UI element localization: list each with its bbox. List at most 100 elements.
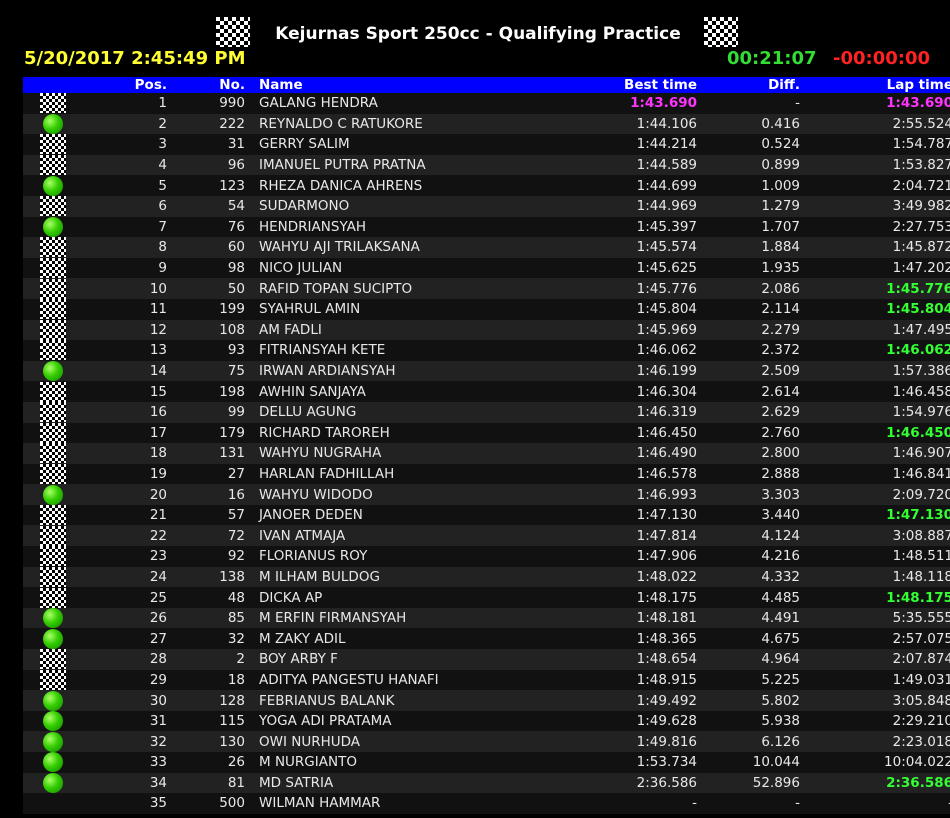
table-row[interactable]: 9 98 NICO JULIAN 1:45.625 1.935 1:47.202	[23, 257, 950, 279]
status-cell	[23, 566, 83, 588]
position-cell: 25	[83, 587, 171, 608]
rider-number-cell: 81	[171, 772, 249, 794]
table-row[interactable]: 35500WILMAN HAMMAR---	[23, 793, 950, 814]
table-row[interactable]: 16 99 DELLU AGUNG 1:46.319 2.629 1:54.976	[23, 401, 950, 423]
diff-cell: 5.225	[701, 669, 804, 691]
checkered-flag-icon	[40, 319, 66, 340]
table-row[interactable]: 3 31 GERRY SALIM 1:44.214 0.524 1:54.787	[23, 134, 950, 155]
table-row[interactable]: 11 199 SYAHRUL AMIN 1:45.804 2.114 1:45.804	[23, 298, 950, 320]
position-cell: 11	[83, 298, 171, 320]
table-row[interactable]: 31 115 YOGA ADI PRATAMA 1:49.628 5.938 2:29.2…	[23, 710, 950, 732]
position-cell: 23	[83, 546, 171, 567]
table-row[interactable]: 10 50 RAFID TOPAN SUCIPTO 1:45.776 2.086 1:45…	[23, 278, 950, 299]
table-row[interactable]: 30 128 FEBRIANUS BALANK 1:49.492 5.802 3:05.8…	[23, 690, 950, 711]
lap-time-cell: 10:04.022	[804, 752, 950, 773]
diff-cell: 4.964	[701, 649, 804, 670]
table-row[interactable]: 12 108 AM FADLI 1:45.969 2.279 1:47.495	[23, 319, 950, 341]
table-row[interactable]: 23 92 FLORIANUS ROY 1:47.906 4.216 1:48.511	[23, 546, 950, 567]
table-row[interactable]: 7 76 HENDRIANSYAH 1:45.397 1.707 2:27.753	[23, 216, 950, 238]
table-row[interactable]: 2 222 REYNALDO C RATUKORE 1:44.106 0.416 2:55…	[23, 113, 950, 135]
column-header-best-time[interactable]: Best time	[593, 77, 701, 93]
checkered-flag-icon	[40, 93, 66, 114]
checkered-flag-icon	[40, 422, 66, 443]
diff-cell: 2.629	[701, 401, 804, 423]
table-row[interactable]: 21 57 JANOER DEDEN 1:47.130 3.440 1:47.130	[23, 504, 950, 526]
position-cell: 30	[83, 690, 171, 711]
table-row[interactable]: 25 48 DICKA AP 1:48.175 4.485 1:48.175	[23, 587, 950, 608]
column-header-lap-time[interactable]: Lap time	[804, 77, 950, 93]
table-row[interactable]: 5 123 RHEZA DANICA AHRENS 1:44.699 1.009 2:04…	[23, 175, 950, 196]
status-cell	[23, 772, 83, 794]
table-row[interactable]: 6 54 SUDARMONO 1:44.969 1.279 3:49.982	[23, 195, 950, 217]
diff-cell: 10.044	[701, 752, 804, 773]
lap-time-cell: 2:04.721	[804, 175, 950, 196]
lap-time-cell: 1:46.062	[804, 340, 950, 361]
column-header-name[interactable]: Name	[249, 77, 593, 93]
table-row[interactable]: 15 198 AWHIN SANJAYA 1:46.304 2.614 1:46.458	[23, 381, 950, 402]
status-cell	[23, 628, 83, 650]
rider-name-cell: BOY ARBY F	[249, 649, 593, 670]
rider-name-cell: WAHYU WIDODO	[249, 484, 593, 505]
position-cell: 18	[83, 443, 171, 464]
diff-cell: -	[701, 793, 804, 814]
table-row[interactable]: 28 2 BOY ARBY F 1:48.654 4.964 2:07.874	[23, 649, 950, 670]
results-table: Pos. No. Name Best time Diff. Lap time 1…	[23, 77, 950, 814]
position-cell: 8	[83, 237, 171, 258]
rider-name-cell: DELLU AGUNG	[249, 401, 593, 423]
table-row[interactable]: 17 179 RICHARD TAROREH 1:46.450 2.760 1:46.45…	[23, 422, 950, 444]
table-row[interactable]: 18 131 WAHYU NUGRAHA 1:46.490 2.800 1:46.907	[23, 443, 950, 464]
column-header-diff[interactable]: Diff.	[701, 77, 804, 93]
table-row[interactable]: 33 26 M NURGIANTO 1:53.734 10.044 10:04.022	[23, 752, 950, 773]
lap-time-cell: 5:35.555	[804, 607, 950, 629]
rider-number-cell: 48	[171, 587, 249, 608]
table-row[interactable]: 32 130 OWI NURHUDA 1:49.816 6.126 2:23.018	[23, 731, 950, 752]
position-cell: 33	[83, 752, 171, 773]
table-row[interactable]: 1 990 GALANG HENDRA 1:43.690-1:43.690	[23, 93, 950, 114]
table-row[interactable]: 13 93 FITRIANSYAH KETE 1:46.062 2.372 1:46.06…	[23, 340, 950, 361]
lap-time-cell: 2:09.720	[804, 484, 950, 505]
green-dot-icon	[43, 484, 63, 505]
best-time-cell: 1:46.199	[593, 360, 701, 382]
best-time-cell: 1:46.304	[593, 381, 701, 402]
green-dot-icon	[43, 361, 63, 382]
position-cell: 5	[83, 175, 171, 196]
rider-number-cell: 199	[171, 298, 249, 320]
table-row[interactable]: 14 75 IRWAN ARDIANSYAH 1:46.199 2.509 1:57.38…	[23, 360, 950, 382]
position-cell: 31	[83, 710, 171, 732]
best-time-cell: 1:49.492	[593, 690, 701, 711]
position-cell: 28	[83, 649, 171, 670]
status-cell	[23, 752, 83, 773]
table-row[interactable]: 8 60 WAHYU AJI TRILAKSANA 1:45.574 1.884 1:45…	[23, 237, 950, 258]
table-row[interactable]: 24 138 M ILHAM BULDOG 1:48.022 4.332 1:48.118	[23, 566, 950, 588]
table-row[interactable]: 19 27 HARLAN FADHILLAH 1:46.578 2.888 1:46.84…	[23, 463, 950, 485]
position-cell: 2	[83, 113, 171, 135]
rider-name-cell: SYAHRUL AMIN	[249, 298, 593, 320]
table-row[interactable]: 20 16 WAHYU WIDODO 1:46.993 3.303 2:09.720	[23, 484, 950, 505]
best-time-cell: 1:48.915	[593, 669, 701, 691]
results-body: 1 990 GALANG HENDRA 1:43.690-1:43.690 2 222 RE…	[23, 93, 950, 814]
column-header-pos[interactable]: Pos.	[83, 77, 171, 93]
status-cell	[23, 298, 83, 320]
status-cell	[23, 669, 83, 691]
lap-time-cell: 2:36.586	[804, 772, 950, 794]
table-row[interactable]: 27 32 M ZAKY ADIL 1:48.365 4.675 2:57.075	[23, 628, 950, 650]
lap-time-cell: 2:07.874	[804, 649, 950, 670]
checkered-flag-icon	[704, 17, 738, 47]
table-row[interactable]: 29 18 ADITYA PANGESTU HANAFI 1:48.915 5.225 1…	[23, 669, 950, 691]
lap-time-cell: 1:48.118	[804, 566, 950, 588]
table-row[interactable]: 4 96 IMANUEL PUTRA PRATNA 1:44.589 0.899 1:53…	[23, 154, 950, 176]
best-time-cell: 1:47.130	[593, 504, 701, 526]
lap-time-cell: 1:45.804	[804, 298, 950, 320]
table-row[interactable]: 26 85 M ERFIN FIRMANSYAH 1:48.181 4.491 5:35.…	[23, 607, 950, 629]
rider-name-cell: YOGA ADI PRATAMA	[249, 710, 593, 732]
best-time-cell: 1:48.654	[593, 649, 701, 670]
table-row[interactable]: 34 81 MD SATRIA 2:36.586 52.896 2:36.586	[23, 772, 950, 794]
table-row[interactable]: 22 72 IVAN ATMAJA 1:47.814 4.124 3:08.887	[23, 525, 950, 547]
diff-cell: 2.372	[701, 340, 804, 361]
rider-number-cell: 72	[171, 525, 249, 547]
rider-number-cell: 60	[171, 237, 249, 258]
column-header-number[interactable]: No.	[171, 77, 249, 93]
rider-name-cell: FITRIANSYAH KETE	[249, 340, 593, 361]
column-header-status	[23, 77, 83, 93]
lap-time-cell: 1:54.787	[804, 134, 950, 155]
